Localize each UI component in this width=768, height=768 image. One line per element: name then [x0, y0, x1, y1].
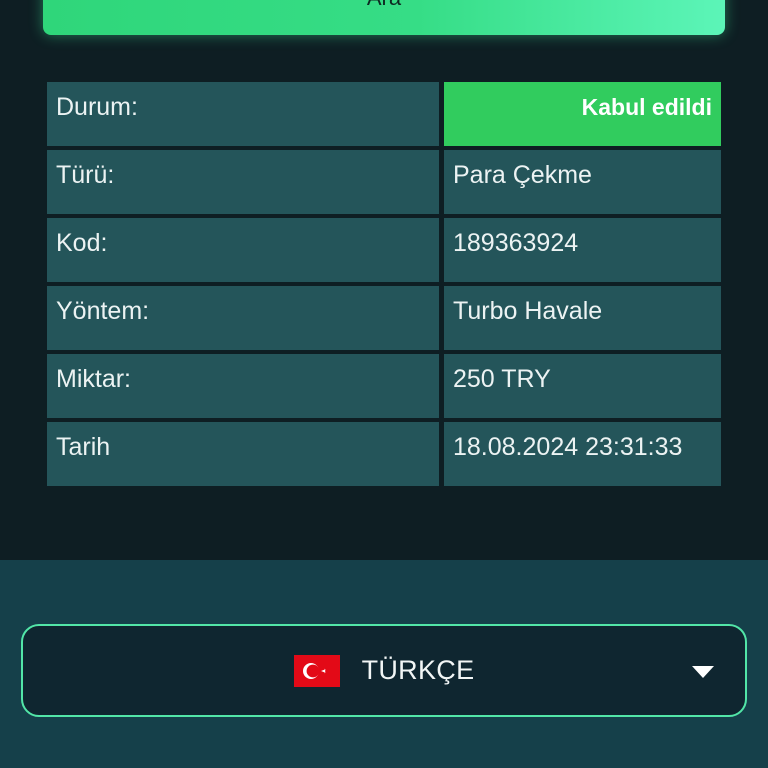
type-label: Türü: [47, 150, 439, 214]
table-row: Miktar: 250 TRY [47, 354, 721, 418]
code-value: 189363924 [444, 218, 721, 282]
table-row: Yöntem: Turbo Havale [47, 286, 721, 350]
amount-value: 250 TRY [444, 354, 721, 418]
footer: TÜRKÇE [0, 560, 768, 768]
table-row: Tarih 18.08.2024 23:31:33 [47, 422, 721, 486]
table-row: Durum: Kabul edildi [47, 82, 721, 146]
details-table: Durum: Kabul edildi Türü: Para Çekme Kod… [47, 82, 721, 490]
language-label: TÜRKÇE [361, 655, 475, 685]
method-value: Turbo Havale [444, 286, 721, 350]
amount-label: Miktar: [47, 354, 439, 418]
table-row: Kod: 189363924 [47, 218, 721, 282]
turkey-flag-icon [293, 654, 340, 687]
chevron-down-icon[interactable] [692, 666, 714, 678]
status-label: Durum: [47, 82, 439, 146]
table-row: Türü: Para Çekme [47, 150, 721, 214]
date-value: 18.08.2024 23:31:33 [444, 422, 721, 486]
transaction-details-panel: Ara Durum: Kabul edildi Türü: Para Çekme… [0, 0, 768, 560]
type-value: Para Çekme [444, 150, 721, 214]
search-button[interactable]: Ara [43, 0, 725, 35]
method-label: Yöntem: [47, 286, 439, 350]
status-badge: Kabul edildi [444, 82, 721, 146]
language-select[interactable]: TÜRKÇE [21, 624, 747, 717]
code-label: Kod: [47, 218, 439, 282]
date-label: Tarih [47, 422, 439, 486]
